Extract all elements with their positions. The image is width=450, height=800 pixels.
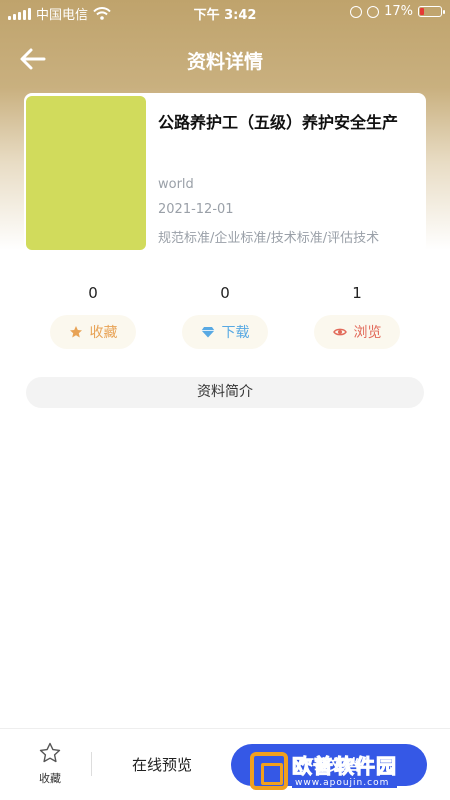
- eye-icon: [332, 328, 347, 336]
- online-preview-button[interactable]: 在线预览: [112, 754, 212, 775]
- download-stat-label: 下载: [221, 325, 250, 341]
- document-author: world: [158, 177, 194, 192]
- downloads-count: 0: [220, 284, 230, 302]
- document-date: 2021-12-01: [158, 202, 234, 217]
- view-stat-label: 浏览: [353, 325, 382, 341]
- nav-bar: 资料详情: [0, 36, 450, 80]
- intro-section-header[interactable]: 资料简介: [26, 377, 424, 408]
- document-tags: 规范标准/企业标准/技术标准/评估技术: [158, 231, 380, 246]
- divider: [91, 752, 92, 776]
- stat-favorites: 0 收藏: [50, 283, 136, 349]
- battery-icon: [418, 6, 445, 17]
- diamond-icon: [201, 327, 214, 338]
- bottom-action-bar: 收藏 在线预览 下载文档: [0, 728, 450, 800]
- view-stat-button[interactable]: 浏览: [314, 315, 400, 349]
- favorite-stat-button[interactable]: 收藏: [50, 315, 136, 349]
- star-icon: [69, 326, 82, 338]
- download-stat-button[interactable]: 下载: [182, 315, 268, 349]
- rotation-lock-icon: [350, 5, 363, 18]
- status-bar: 中国电信 下午 3:42 17%: [0, 0, 450, 24]
- views-count: 1: [352, 284, 362, 302]
- document-card: 公路养护工（五级）养护安全生产 world 2021-12-01 规范标准/企业…: [24, 93, 426, 253]
- favorite-button-label: 收藏: [39, 772, 61, 785]
- alarm-icon: [367, 5, 380, 18]
- favorite-button[interactable]: 收藏: [26, 741, 74, 786]
- stat-downloads: 0 下载: [182, 283, 268, 349]
- favorites-count: 0: [88, 284, 98, 302]
- stat-views: 1 浏览: [314, 283, 400, 349]
- favorite-stat-label: 收藏: [89, 325, 118, 341]
- document-title: 公路养护工（五级）养护安全生产: [158, 113, 399, 132]
- star-outline-icon: [39, 742, 61, 763]
- page-title: 资料详情: [186, 51, 263, 73]
- document-cover: [26, 96, 146, 250]
- battery-percent: 17%: [384, 4, 413, 19]
- download-document-button[interactable]: 下载文档: [231, 744, 427, 786]
- battery-level: [420, 8, 424, 15]
